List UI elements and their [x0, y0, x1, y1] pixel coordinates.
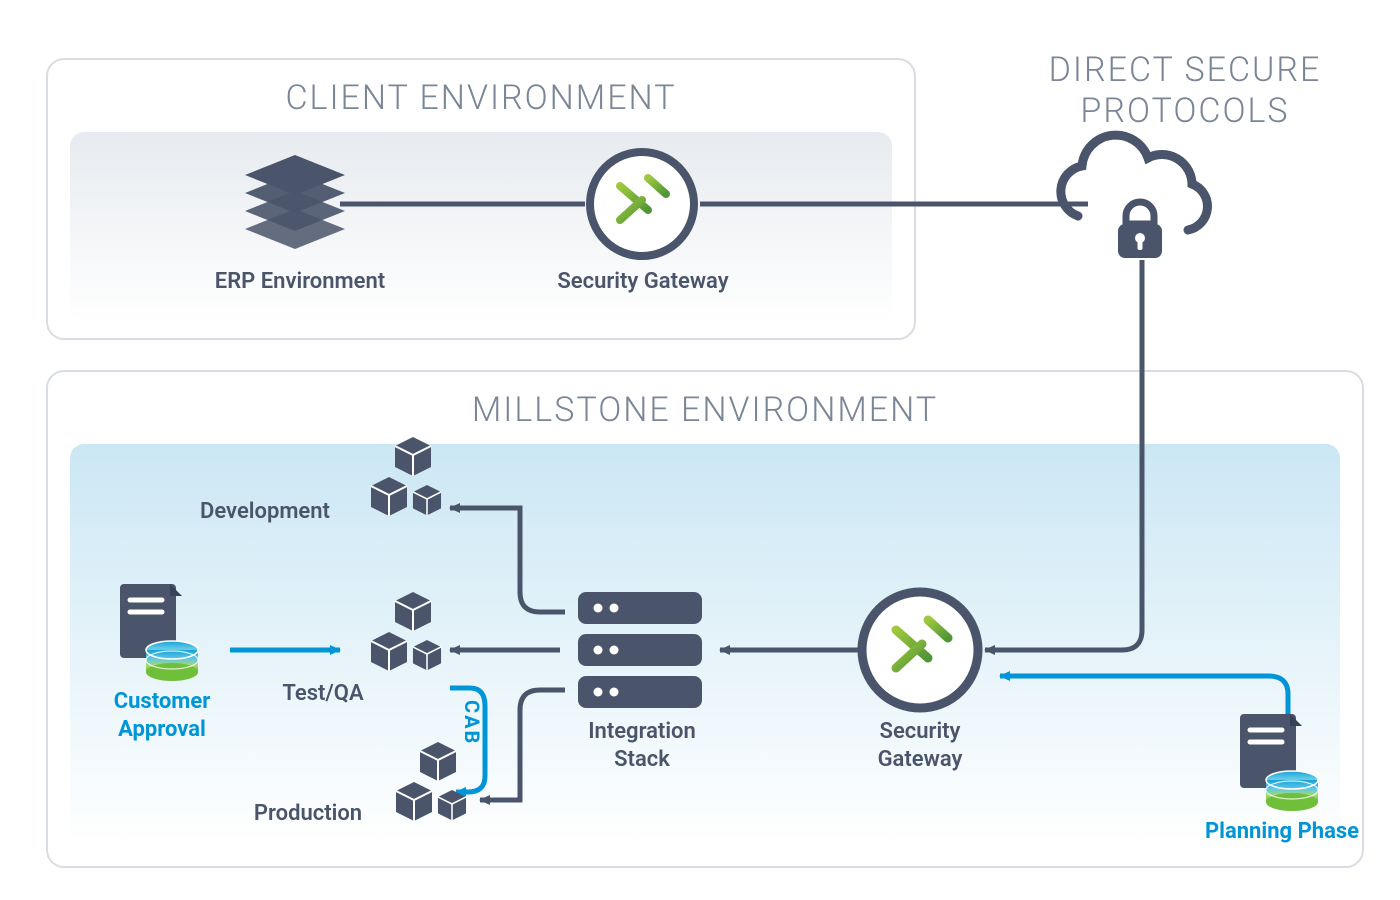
security-gateway-bottom-label: Security Gateway [840, 718, 1000, 773]
erp-stack-icon [245, 155, 345, 249]
connector-planning-to-gateway [1000, 676, 1288, 720]
security-gateway-top-label: Security Gateway [538, 268, 748, 296]
production-boxes-icon [396, 742, 466, 821]
cloud-lock-icon [1061, 135, 1208, 258]
production-label: Production [228, 800, 388, 828]
erp-label: ERP Environment [180, 268, 420, 296]
testqa-boxes-icon [371, 592, 441, 671]
integration-stack-label: Integration Stack [562, 718, 722, 773]
integration-stack-icon [578, 592, 702, 708]
connector-stack-to-prod [480, 690, 565, 800]
planning-phase-label: Planning Phase [1182, 818, 1382, 846]
security-gateway-bottom-icon [862, 592, 978, 708]
development-label: Development [170, 498, 360, 526]
connector-stack-to-dev [450, 508, 565, 612]
customer-approval-icon [120, 584, 198, 681]
connector-cloud-to-gateway [985, 260, 1142, 650]
customer-approval-label: Customer Approval [82, 688, 242, 743]
development-boxes-icon [371, 437, 441, 516]
cab-label: CAB [454, 700, 484, 745]
testqa-label: Test/QA [268, 680, 378, 708]
planning-phase-icon [1240, 714, 1318, 811]
security-gateway-top-icon [590, 152, 694, 256]
